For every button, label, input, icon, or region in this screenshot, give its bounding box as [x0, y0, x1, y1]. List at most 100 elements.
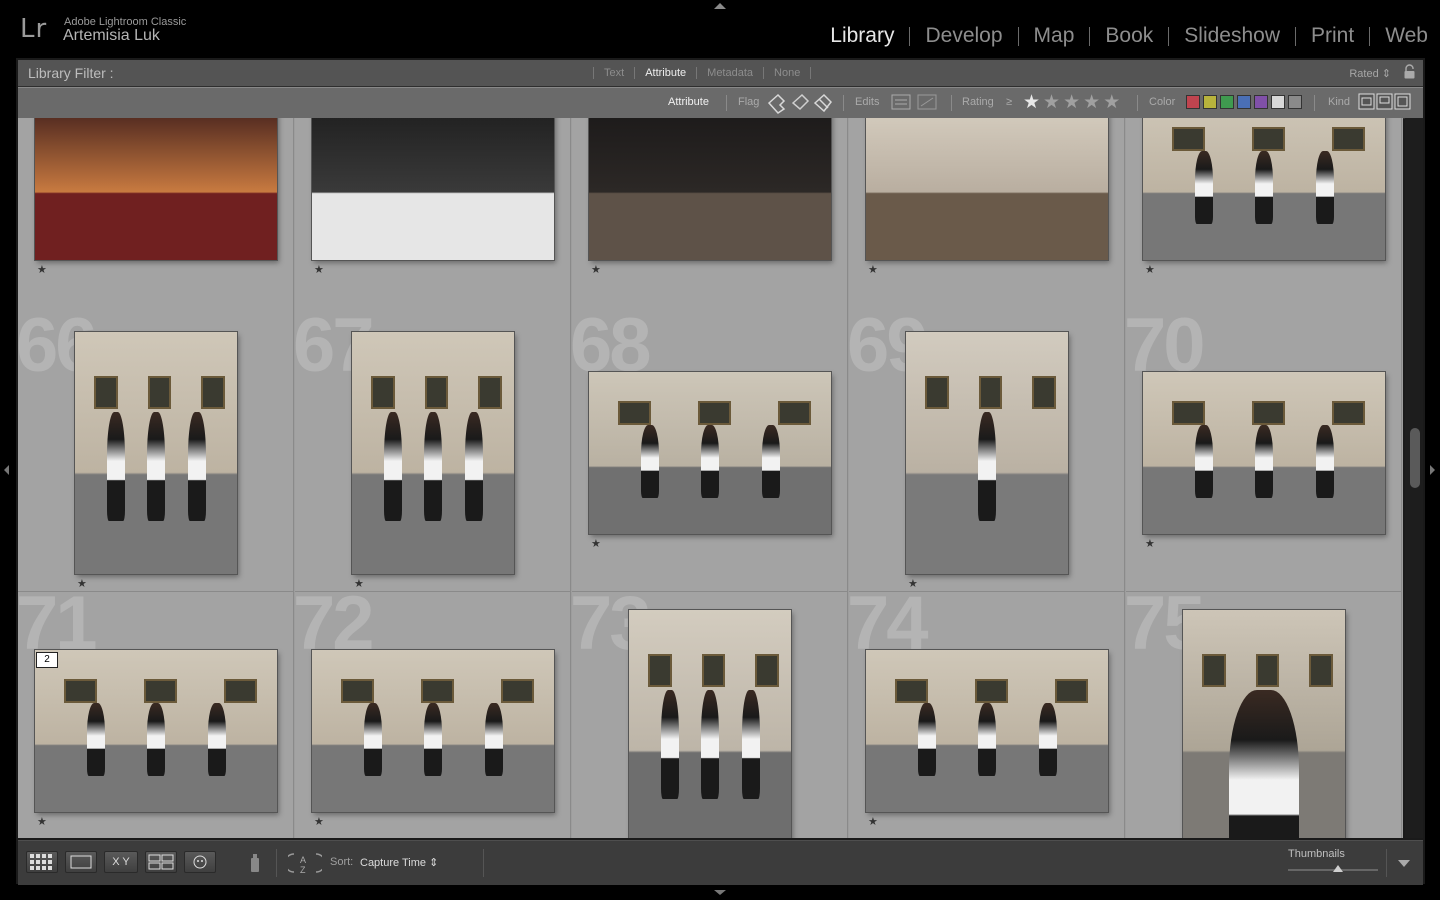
rating-star-icon[interactable]: ★ — [1145, 537, 1155, 550]
loupe-view-button[interactable] — [65, 851, 97, 873]
rating-star-icon[interactable]: ★ — [868, 815, 878, 828]
star-icon[interactable]: ★ — [1023, 92, 1043, 113]
rating-star-icon[interactable]: ★ — [37, 815, 47, 828]
photo-thumbnail[interactable] — [352, 332, 514, 574]
dancer-figure — [701, 689, 719, 799]
dancer-figure — [484, 703, 503, 777]
top-panel-toggle-icon[interactable] — [714, 3, 726, 9]
photo-thumbnail[interactable] — [1143, 118, 1385, 260]
compare-view-button[interactable]: X Y — [104, 851, 138, 873]
rating-star-icon[interactable]: ★ — [908, 577, 918, 590]
survey-view-button[interactable] — [145, 851, 177, 873]
flag-filters[interactable] — [766, 92, 834, 114]
rating-star-icon[interactable]: ★ — [354, 577, 364, 590]
star-icon[interactable]: ★ — [1083, 92, 1103, 113]
star-icon[interactable]: ★ — [1103, 92, 1123, 113]
color-swatch[interactable] — [1203, 95, 1217, 109]
photo-thumbnail[interactable] — [1143, 372, 1385, 534]
photo-thumbnail[interactable] — [866, 118, 1108, 260]
color-swatch[interactable] — [1237, 95, 1251, 109]
kind-filter[interactable] — [1358, 93, 1412, 110]
rating-star-icon[interactable]: ★ — [591, 263, 601, 276]
grid-cell[interactable]: 74 ★ — [849, 592, 1125, 838]
rating-star-icon[interactable]: ★ — [591, 537, 601, 550]
grid-cell[interactable]: 69 ★ — [849, 314, 1125, 592]
color-swatch[interactable] — [1186, 95, 1200, 109]
thumbnail-size-knob[interactable] — [1332, 865, 1343, 872]
dancer-figure — [761, 425, 780, 499]
people-view-button[interactable] — [184, 851, 216, 873]
photo-thumbnail[interactable] — [35, 118, 277, 260]
grid-cell[interactable]: 67 ★ — [295, 314, 571, 592]
grid-view-button[interactable] — [26, 851, 58, 873]
sort-direction-icon[interactable]: AZ — [288, 851, 322, 875]
grid-cell[interactable]: 73 — [572, 592, 848, 838]
left-panel-toggle-icon[interactable] — [4, 465, 9, 475]
module-library[interactable]: Library — [815, 24, 909, 48]
color-swatch[interactable] — [1288, 95, 1302, 109]
dancer-figure — [383, 411, 402, 521]
photo-thumbnail[interactable] — [589, 372, 831, 534]
painter-spray-can-icon[interactable] — [248, 851, 262, 875]
grid-cell[interactable]: 75 — [1126, 592, 1402, 838]
grid-cell[interactable]: ★ — [18, 118, 294, 318]
color-swatch[interactable] — [1220, 95, 1234, 109]
rating-stars[interactable]: ★★★★★ — [1023, 91, 1123, 114]
photo-thumbnail[interactable] — [75, 332, 237, 574]
photo-thumbnail[interactable] — [629, 610, 791, 838]
dancer-figure — [1194, 151, 1213, 225]
photo-thumbnail[interactable] — [866, 650, 1108, 812]
grid-cell[interactable]: 68 ★ — [572, 314, 848, 592]
module-book[interactable]: Book — [1090, 24, 1168, 48]
right-panel-toggle-icon[interactable] — [1430, 465, 1435, 475]
grid-cell[interactable]: ★ — [572, 118, 848, 318]
photo-thumbnail[interactable] — [1183, 610, 1345, 838]
grid-cell[interactable]: ★ — [849, 118, 1125, 318]
grid-cell[interactable]: 71 2 ★ — [18, 592, 294, 838]
color-swatch[interactable] — [1271, 95, 1285, 109]
toolbar-content-menu-icon[interactable] — [1398, 860, 1410, 867]
painting — [618, 401, 652, 425]
updown-icon: ⇕ — [1381, 68, 1391, 80]
grid-cell[interactable]: ★ — [1126, 118, 1402, 318]
sort-dropdown[interactable]: Capture Time ⇕ — [360, 856, 438, 869]
dancer-figure — [701, 425, 719, 499]
filter-preset-dropdown[interactable]: Rated ⇕ — [1349, 67, 1391, 80]
filter-tab-text[interactable]: Text — [594, 67, 634, 79]
grid-cell[interactable]: ★ — [295, 118, 571, 318]
rating-star-icon[interactable]: ★ — [1145, 263, 1155, 276]
rating-star-icon[interactable]: ★ — [77, 577, 87, 590]
rating-star-icon[interactable]: ★ — [868, 263, 878, 276]
rating-operator[interactable]: ≥ — [1006, 96, 1012, 108]
filter-tab-metadata[interactable]: Metadata — [697, 67, 763, 79]
grid-cell[interactable]: 70 ★ — [1126, 314, 1402, 592]
rating-star-icon[interactable]: ★ — [314, 815, 324, 828]
rating-star-icon[interactable]: ★ — [37, 263, 47, 276]
grid-scrollbar-thumb[interactable] — [1410, 428, 1420, 488]
grid-cell[interactable]: 72 ★ — [295, 592, 571, 838]
photo-thumbnail[interactable] — [589, 118, 831, 260]
photo-thumbnail[interactable] — [312, 118, 554, 260]
svg-text:Z: Z — [300, 865, 306, 875]
photo-thumbnail[interactable] — [312, 650, 554, 812]
module-develop[interactable]: Develop — [910, 24, 1017, 48]
photo-thumbnail[interactable] — [35, 650, 277, 812]
flag-label: Flag — [738, 96, 760, 108]
edits-filter[interactable] — [890, 92, 942, 112]
module-map[interactable]: Map — [1019, 24, 1090, 48]
filmstrip-toggle-icon[interactable] — [714, 890, 726, 895]
color-swatch[interactable] — [1254, 95, 1268, 109]
filter-tab-attribute[interactable]: Attribute — [635, 67, 696, 79]
grid-cell[interactable]: 66 ★ — [18, 314, 294, 592]
module-web[interactable]: Web — [1370, 24, 1428, 48]
module-slideshow[interactable]: Slideshow — [1169, 24, 1295, 48]
module-print[interactable]: Print — [1296, 24, 1369, 48]
rating-star-icon[interactable]: ★ — [314, 263, 324, 276]
dancer-figure — [741, 689, 760, 799]
stack-count-badge[interactable]: 2 — [36, 652, 58, 668]
photo-thumbnail[interactable] — [906, 332, 1068, 574]
filter-tab-none[interactable]: None — [764, 67, 810, 79]
lock-icon[interactable] — [1404, 64, 1415, 79]
star-icon[interactable]: ★ — [1043, 92, 1063, 113]
star-icon[interactable]: ★ — [1063, 92, 1083, 113]
